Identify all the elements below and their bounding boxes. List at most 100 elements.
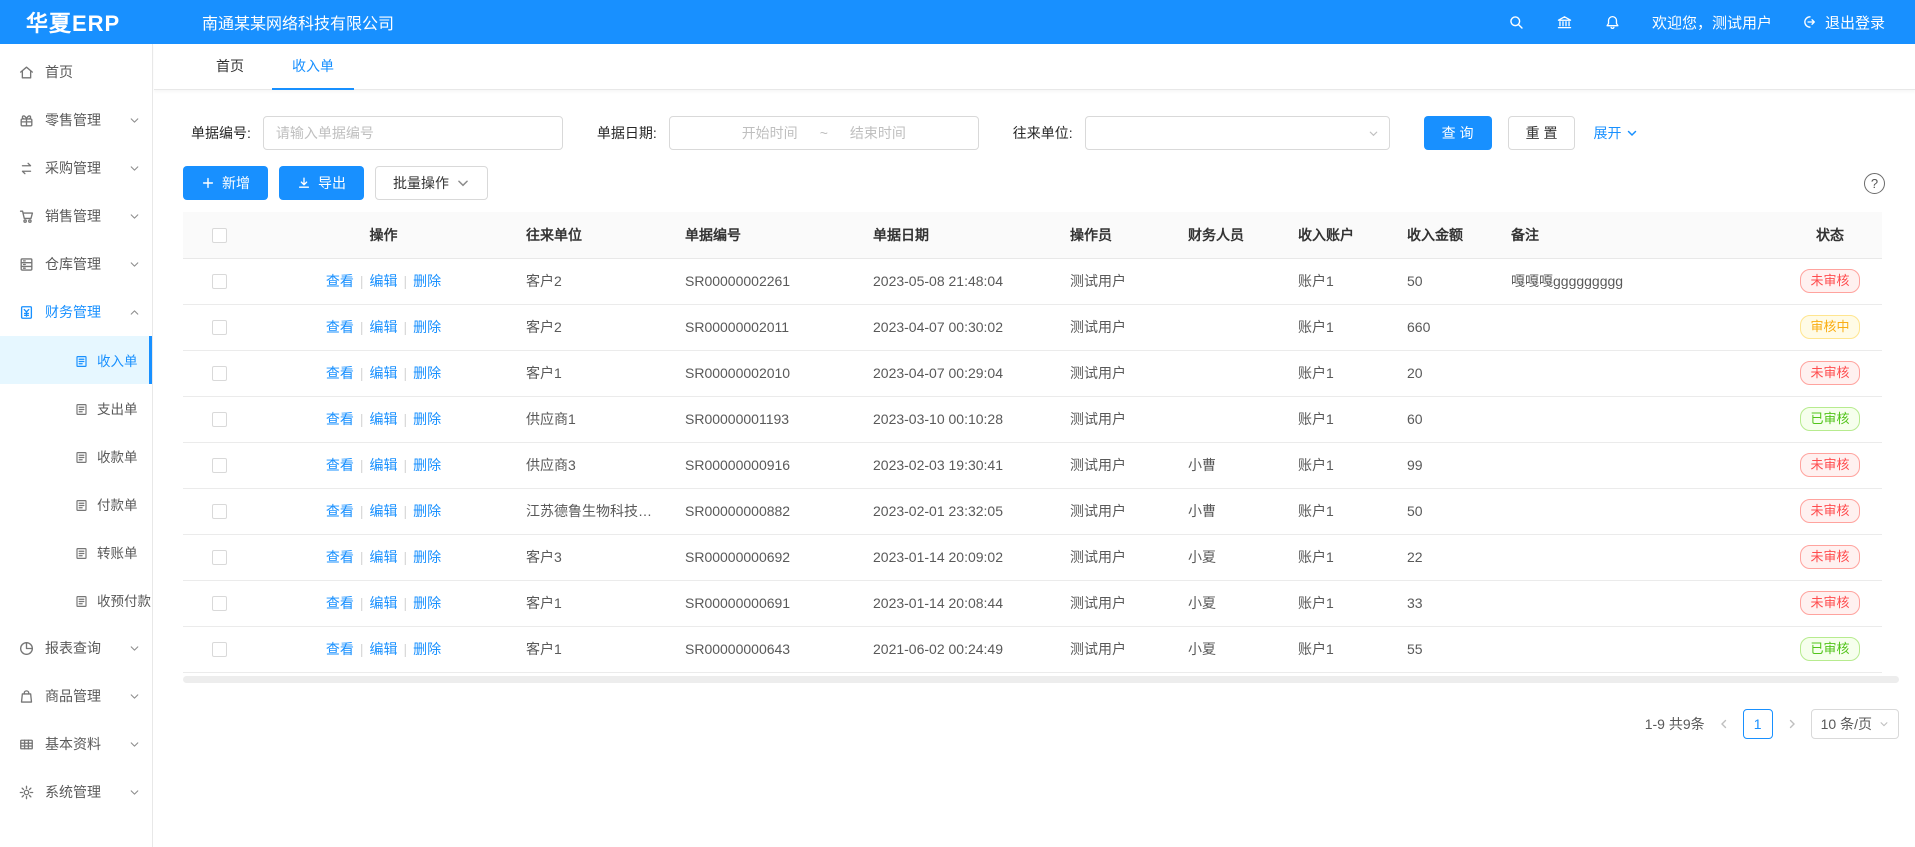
sidebar-item-home[interactable]: 首页 xyxy=(0,48,152,96)
delete-link[interactable]: 删除 xyxy=(413,273,441,289)
bill-no-input[interactable] xyxy=(263,116,563,150)
cell-partner: 供应商3 xyxy=(512,442,671,488)
edit-link[interactable]: 编辑 xyxy=(370,365,398,381)
chevron-right-icon[interactable] xyxy=(1786,718,1798,730)
search-icon[interactable] xyxy=(1508,13,1526,31)
batch-actions-dropdown[interactable]: 批量操作 xyxy=(375,166,488,200)
sidebar-item-warehouse[interactable]: 仓库管理 xyxy=(0,240,152,288)
cell-amount: 50 xyxy=(1393,488,1497,534)
finance-icon xyxy=(18,304,35,321)
row-checkbox[interactable] xyxy=(212,366,227,381)
delete-link[interactable]: 删除 xyxy=(413,365,441,381)
delete-link[interactable]: 删除 xyxy=(413,549,441,565)
delete-link[interactable]: 删除 xyxy=(413,319,441,335)
sidebar-item-sale[interactable]: 销售管理 xyxy=(0,192,152,240)
sidebar-item-advance-receipt[interactable]: 收预付款 xyxy=(0,576,152,624)
tab-home[interactable]: 首页 xyxy=(196,44,264,90)
bank-icon[interactable] xyxy=(1556,13,1574,31)
link-separator: | xyxy=(360,411,364,427)
view-link[interactable]: 查看 xyxy=(326,503,354,519)
tab-income-bill[interactable]: 收入单 xyxy=(272,44,354,90)
help-icon[interactable]: ? xyxy=(1864,173,1885,194)
edit-link[interactable]: 编辑 xyxy=(370,595,398,611)
delete-link[interactable]: 删除 xyxy=(413,503,441,519)
edit-link[interactable]: 编辑 xyxy=(370,641,398,657)
link-separator: | xyxy=(404,273,408,289)
column-header-bill_date: 单据日期 xyxy=(859,212,1056,258)
sidebar-item-basic[interactable]: 基本资料 xyxy=(0,720,152,768)
row-checkbox[interactable] xyxy=(212,412,227,427)
cell-bill-date: 2023-04-07 00:30:02 xyxy=(859,304,1056,350)
row-checkbox[interactable] xyxy=(212,274,227,289)
bell-icon[interactable] xyxy=(1604,13,1622,31)
export-button[interactable]: 导出 xyxy=(279,166,364,200)
cell-finance: 小曹 xyxy=(1174,488,1284,534)
table-row: 查看|编辑|删除客户1SR000000006912023-01-14 20:08… xyxy=(183,580,1882,626)
delete-link[interactable]: 删除 xyxy=(413,457,441,473)
edit-link[interactable]: 编辑 xyxy=(370,319,398,335)
logout-button[interactable]: 退出登录 xyxy=(1802,12,1885,33)
page-number-button[interactable]: 1 xyxy=(1743,709,1773,739)
view-link[interactable]: 查看 xyxy=(326,641,354,657)
view-link[interactable]: 查看 xyxy=(326,457,354,473)
row-checkbox[interactable] xyxy=(212,642,227,657)
view-link[interactable]: 查看 xyxy=(326,365,354,381)
reset-button[interactable]: 重 置 xyxy=(1508,116,1576,150)
cell-partner: 客户1 xyxy=(512,580,671,626)
cell-finance: 小曹 xyxy=(1174,442,1284,488)
view-link[interactable]: 查看 xyxy=(326,549,354,565)
delete-link[interactable]: 删除 xyxy=(413,641,441,657)
select-all-checkbox[interactable] xyxy=(212,228,227,243)
cell-account: 账户1 xyxy=(1284,350,1393,396)
link-separator: | xyxy=(404,411,408,427)
edit-link[interactable]: 编辑 xyxy=(370,549,398,565)
cell-actions: 查看|编辑|删除 xyxy=(255,580,512,626)
cell-operator: 测试用户 xyxy=(1056,488,1174,534)
row-checkbox[interactable] xyxy=(212,596,227,611)
cell-account: 账户1 xyxy=(1284,534,1393,580)
cell-operator: 测试用户 xyxy=(1056,626,1174,672)
row-checkbox[interactable] xyxy=(212,550,227,565)
edit-link[interactable]: 编辑 xyxy=(370,273,398,289)
logout-icon xyxy=(1802,14,1818,30)
view-link[interactable]: 查看 xyxy=(326,411,354,427)
delete-link[interactable]: 删除 xyxy=(413,411,441,427)
sidebar-item-income-bill[interactable]: 收入单 xyxy=(0,336,152,384)
search-button[interactable]: 查 询 xyxy=(1424,116,1492,150)
column-header-status: 状态 xyxy=(1778,212,1882,258)
row-checkbox[interactable] xyxy=(212,458,227,473)
cell-account: 账户1 xyxy=(1284,396,1393,442)
view-link[interactable]: 查看 xyxy=(326,273,354,289)
table-row: 查看|编辑|删除客户1SR000000006432021-06-02 00:24… xyxy=(183,626,1882,672)
sidebar-item-receipt-bill[interactable]: 收款单 xyxy=(0,432,152,480)
date-range-picker[interactable]: 开始时间 ~ 结束时间 xyxy=(669,116,979,150)
horizontal-scrollbar[interactable] xyxy=(183,676,1899,683)
sidebar-item-payment-bill[interactable]: 付款单 xyxy=(0,480,152,528)
page-size-select[interactable]: 10 条/页 xyxy=(1811,709,1899,739)
view-link[interactable]: 查看 xyxy=(326,319,354,335)
status-badge: 审核中 xyxy=(1800,315,1859,339)
partner-select[interactable] xyxy=(1085,116,1390,150)
edit-link[interactable]: 编辑 xyxy=(370,503,398,519)
row-checkbox[interactable] xyxy=(212,320,227,335)
expand-link[interactable]: 展开 xyxy=(1593,123,1638,143)
sidebar-item-system[interactable]: 系统管理 xyxy=(0,768,152,816)
sidebar-nav: 首页零售管理采购管理销售管理仓库管理财务管理收入单支出单收款单付款单转账单收预付… xyxy=(0,48,152,816)
sidebar-item-expense-bill[interactable]: 支出单 xyxy=(0,384,152,432)
sidebar-item-label: 采购管理 xyxy=(45,158,101,178)
view-link[interactable]: 查看 xyxy=(326,595,354,611)
sidebar-item-purchase[interactable]: 采购管理 xyxy=(0,144,152,192)
partner-label: 往来单位: xyxy=(1013,123,1073,143)
add-button[interactable]: 新增 xyxy=(183,166,268,200)
edit-link[interactable]: 编辑 xyxy=(370,457,398,473)
row-checkbox[interactable] xyxy=(212,504,227,519)
toolbar: 新增 导出 批量操作 ? xyxy=(183,166,1899,200)
chevron-left-icon[interactable] xyxy=(1718,718,1730,730)
sidebar-item-report[interactable]: 报表查询 xyxy=(0,624,152,672)
sidebar-item-transfer-bill[interactable]: 转账单 xyxy=(0,528,152,576)
edit-link[interactable]: 编辑 xyxy=(370,411,398,427)
sidebar-item-goods[interactable]: 商品管理 xyxy=(0,672,152,720)
sidebar-item-finance[interactable]: 财务管理 xyxy=(0,288,152,336)
sidebar-item-retail[interactable]: 零售管理 xyxy=(0,96,152,144)
delete-link[interactable]: 删除 xyxy=(413,595,441,611)
